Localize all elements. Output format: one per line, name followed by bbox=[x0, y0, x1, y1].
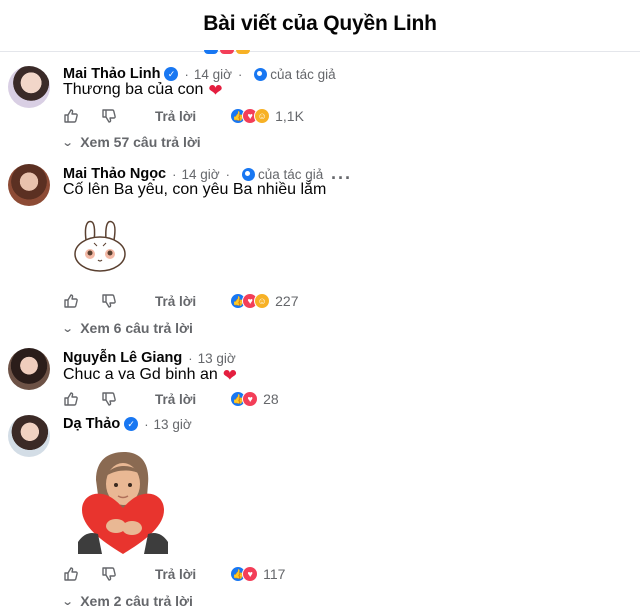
dislike-icon[interactable] bbox=[101, 108, 117, 124]
commenter-name[interactable]: Mai Thảo Ngọc bbox=[63, 166, 166, 182]
comment-text-row: Thương ba của con ❤ bbox=[63, 81, 223, 99]
comment-header: Mai Thảo Ngọc · 14 giờ · của tác giả bbox=[63, 166, 324, 182]
previous-reactions-peek bbox=[204, 50, 250, 54]
commenter-name[interactable]: Nguyễn Lê Giang bbox=[63, 350, 182, 366]
dislike-icon[interactable] bbox=[101, 293, 117, 309]
chevron-down-icon: ⌄ bbox=[61, 322, 74, 335]
comment-time[interactable]: 13 giờ bbox=[154, 417, 192, 432]
reply-button[interactable]: Trả lời bbox=[155, 567, 196, 582]
comment-actions: Trả lời 👍 ♥ ☺ 1,1K bbox=[63, 106, 304, 126]
comment-text-row: Chuc a va Gd binh an ❤ bbox=[63, 366, 237, 384]
page-title: Bài viết của Quyền Linh bbox=[203, 12, 437, 35]
reply-button[interactable]: Trả lời bbox=[155, 294, 196, 309]
comment-actions: Trả lời 👍 ♥ 117 bbox=[63, 564, 285, 584]
heart-emoji-icon: ❤ bbox=[222, 365, 238, 385]
view-replies-label: Xem 6 câu trả lời bbox=[80, 320, 193, 336]
verified-icon: ✓ bbox=[164, 67, 179, 81]
like-icon[interactable] bbox=[63, 391, 79, 407]
view-replies-link[interactable]: ⌄ Xem 6 câu trả lời bbox=[61, 320, 193, 336]
avatar[interactable] bbox=[8, 348, 50, 390]
author-badge-label: của tác giả bbox=[257, 166, 324, 182]
more-options-icon[interactable]: ··· bbox=[331, 168, 352, 189]
view-replies-link[interactable]: ⌄ Xem 2 câu trả lời bbox=[61, 593, 193, 609]
avatar-heart-sticker[interactable] bbox=[78, 450, 168, 561]
author-badge-label: của tác giả bbox=[270, 66, 336, 82]
view-replies-label: Xem 57 câu trả lời bbox=[80, 134, 201, 150]
like-icon[interactable] bbox=[63, 566, 79, 582]
reaction-summary[interactable]: 👍 ♥ ☺ 227 bbox=[230, 293, 298, 309]
reaction-summary[interactable]: 👍 ♥ ☺ 1,1K bbox=[230, 108, 304, 124]
bunny-sticker[interactable] bbox=[70, 218, 130, 279]
comment-header: Dạ Thảo ✓ · 13 giờ bbox=[63, 416, 192, 432]
like-icon[interactable] bbox=[63, 293, 79, 309]
comment-actions: Trả lời 👍 ♥ ☺ 227 bbox=[63, 291, 298, 311]
view-replies-link[interactable]: ⌄ Xem 57 câu trả lời bbox=[61, 134, 201, 150]
reaction-count: 227 bbox=[275, 293, 299, 309]
reaction-count: 1,1K bbox=[275, 108, 304, 124]
avatar[interactable] bbox=[8, 164, 50, 206]
love-reaction-icon: ♥ bbox=[242, 566, 259, 582]
comment-header: Mai Thảo Linh ✓ · 14 giờ · của tác giả bbox=[63, 66, 336, 82]
avatar[interactable] bbox=[8, 66, 50, 108]
comment-actions: Trả lời 👍 ♥ 28 bbox=[63, 389, 279, 409]
page-header: Bài viết của Quyền Linh bbox=[0, 0, 640, 52]
comment-text-row: Cố lên Ba yêu, con yêu Ba nhiều lắm bbox=[63, 181, 326, 199]
commenter-name[interactable]: Mai Thảo Linh bbox=[63, 66, 160, 82]
chevron-down-icon: ⌄ bbox=[61, 136, 74, 149]
avatar[interactable] bbox=[8, 415, 50, 457]
dislike-icon[interactable] bbox=[101, 566, 117, 582]
care-reaction-icon: ☺ bbox=[254, 108, 271, 124]
chevron-down-icon: ⌄ bbox=[61, 595, 74, 608]
heart-emoji-icon: ❤ bbox=[208, 80, 223, 100]
reply-button[interactable]: Trả lời bbox=[155, 392, 196, 407]
love-reaction-icon: ♥ bbox=[242, 391, 259, 407]
commenter-name[interactable]: Dạ Thảo bbox=[63, 416, 120, 432]
comment-text: Cố lên Ba yêu, con yêu Ba nhiều lắm bbox=[63, 181, 327, 198]
care-reaction-icon: ☺ bbox=[254, 293, 271, 309]
comment-header: Nguyễn Lê Giang · 13 giờ bbox=[63, 350, 236, 366]
reaction-summary[interactable]: 👍 ♥ 28 bbox=[230, 391, 279, 407]
dislike-icon[interactable] bbox=[101, 391, 117, 407]
reply-button[interactable]: Trả lời bbox=[155, 109, 196, 124]
author-badge-icon bbox=[254, 67, 268, 81]
verified-icon: ✓ bbox=[124, 417, 139, 431]
comment-text: Chuc a va Gd binh an bbox=[63, 366, 218, 383]
reaction-count: 28 bbox=[263, 391, 279, 407]
like-icon[interactable] bbox=[63, 108, 79, 124]
comment-text: Thương ba của con bbox=[63, 81, 204, 98]
comment-time[interactable]: 13 giờ bbox=[198, 351, 236, 366]
author-badge-icon bbox=[241, 167, 255, 181]
comment-time[interactable]: 14 giờ bbox=[181, 167, 219, 182]
reaction-count: 117 bbox=[263, 566, 286, 582]
comment-time[interactable]: 14 giờ bbox=[194, 67, 232, 82]
view-replies-label: Xem 2 câu trả lời bbox=[80, 593, 193, 609]
reaction-summary[interactable]: 👍 ♥ 117 bbox=[230, 566, 285, 582]
